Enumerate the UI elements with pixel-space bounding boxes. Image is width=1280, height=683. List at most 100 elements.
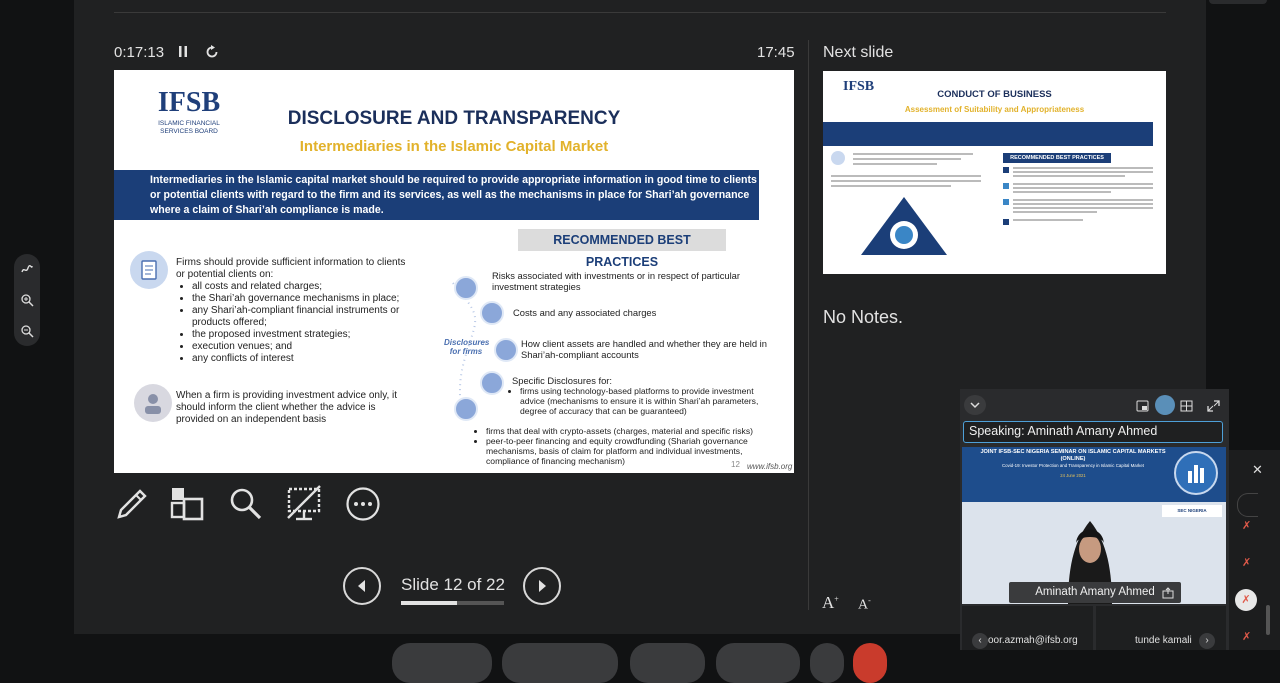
slide-progress [401,601,504,605]
gallery-icon[interactable] [1180,399,1193,417]
font-increase-icon[interactable]: A+ [822,593,839,613]
speaking-label: Speaking: [969,424,1025,438]
participants-side-panel [1229,450,1280,650]
zoom-in-icon[interactable] [20,293,34,312]
right-item-assets: How client assets are handled and whethe… [521,338,767,360]
list-item: execution venues; and [192,341,411,353]
mic-off-icon: ✗ [1242,520,1252,532]
panel-divider [808,40,809,610]
assets-icon [494,338,518,362]
dock-button[interactable] [502,643,618,683]
next-intro-banner [823,122,1153,146]
intro-banner: Intermediaries in the Islamic capital ma… [114,170,759,220]
speaking-indicator: Speaking: Aminath Amany Ahmed [963,421,1223,443]
right-item-risk: Risks associated with investments or in … [492,270,741,292]
next-recommended: RECOMMENDED BEST PRACTICES [1003,153,1111,163]
zoom-icon[interactable] [228,486,264,527]
elapsed-timer: 0:17:13 [114,44,165,61]
restart-icon[interactable] [204,44,220,64]
pause-icon[interactable] [176,44,190,64]
panel-scrollbar[interactable] [1266,605,1270,635]
next-subtitle: Assessment of Suitability and Appropriat… [904,105,1085,114]
slide-url: www.ifsb.org [747,462,793,471]
mic-off-icon: ✗ [1242,557,1252,569]
leave-button[interactable] [853,643,887,683]
disclosures-label: Disclosures for firms [444,338,490,356]
next-practices-list [1003,167,1153,262]
left-disclosure-block: Firms should provide sufficient informat… [176,257,411,365]
next-slide-label: Next slide [823,44,894,61]
left-list: all costs and related charges; the Shari… [176,281,411,365]
slide-subtitle: Intermediaries in the Islamic Capital Ma… [299,138,609,155]
panel-search-pill[interactable] [1237,493,1258,517]
zoom-out-icon[interactable] [20,324,34,343]
more-icon[interactable] [345,486,381,527]
risk-icon [454,276,478,300]
speaker-view-icon[interactable] [1155,395,1175,415]
next-text-block [853,153,973,171]
slide-page-number: 12 [731,460,740,469]
next-slide-preview[interactable]: IFSB CONDUCT OF BUSINESS Assessment of S… [823,71,1166,274]
left-advice: When a firm is providing investment advi… [176,390,398,425]
mic-off-icon: ✗ [1242,631,1252,643]
share-icon[interactable] [1162,586,1174,604]
list-item: any Shari’ah-compliant financial instrum… [192,305,411,329]
dock-button[interactable] [630,643,705,683]
font-decrease-icon[interactable]: A- [858,596,871,614]
prev-participants-icon[interactable]: ‹ [972,633,988,649]
banner-date: 24 June 2021 [1060,473,1086,478]
banner-title: JOINT IFSB-SEC NIGERIA SEMINAR ON ISLAMI… [980,449,1166,462]
next-triangle-graphic [861,197,947,255]
slide-progress-fill [401,601,458,605]
top-divider [114,12,1166,13]
right-item-specific: Specific Disclosures for: [512,375,613,386]
slide-counter: Slide 12 of 22 [401,575,505,594]
clock: 17:45 [757,44,795,61]
list-item: firms that deal with crypto-assets (char… [486,426,776,436]
specific-list-a: firms using technology-based platforms t… [506,386,775,416]
prev-slide-icon[interactable] [343,567,381,605]
next-text-block [831,175,981,195]
dock-button[interactable] [810,643,844,683]
participant-name: oor.azmah@ifsb.org [988,635,1078,646]
org-logos: SEC NIGERIA [1162,505,1222,517]
close-icon[interactable]: ✕ [1252,462,1263,478]
participant-name: tunde kamali [1135,635,1192,646]
banner-subtitle: Covid-19: Investor Protection and Transp… [1001,463,1145,468]
list-item: any conflicts of interest [192,353,411,365]
next-title: CONDUCT OF BUSINESS [937,89,1052,100]
speaker-video: JOINT IFSB-SEC NIGERIA SEMINAR ON ISLAMI… [962,447,1226,604]
speaker-name: Aminath Amany Ahmed [1027,424,1158,438]
slides-grid-icon[interactable] [169,485,207,528]
pip-icon[interactable] [1136,399,1149,417]
expand-icon[interactable] [1207,399,1220,417]
specific-icon [480,371,504,395]
list-item: all costs and related charges; [192,281,411,293]
screen-off-icon[interactable] [284,484,324,529]
recommended-heading: RECOMMENDED BEST PRACTICES [518,229,726,269]
ink-icon[interactable] [20,262,34,281]
speaker-name-tag: Aminath Amany Ahmed [1009,582,1181,603]
pen-icon[interactable] [113,485,149,526]
slide-title: DISCLOSURE AND TRANSPARENCY [287,108,621,129]
list-item: the Shari’ah governance mechanisms in pl… [192,293,411,305]
tech-icon [454,397,478,421]
dock-button[interactable] [716,643,800,683]
next-doc-icon [831,151,845,165]
name-tag-text: Aminath Amany Ahmed [1035,586,1155,598]
advisor-icon [134,384,172,422]
document-icon [130,251,168,289]
globe-icon [1174,451,1218,495]
mic-off-icon: ✗ [1235,589,1257,611]
notes-text: No Notes. [823,307,904,327]
list-item: the proposed investment strategies; [192,329,411,341]
left-lead: Firms should provide sufficient informat… [176,257,406,280]
collapse-icon[interactable] [964,395,986,415]
right-item-costs: Costs and any associated charges [513,307,657,318]
current-slide: IFSB ISLAMIC FINANCIAL SERVICES BOARD DI… [114,70,794,473]
top-right-tab [1209,0,1267,4]
next-participants-icon[interactable]: › [1199,633,1215,649]
dock-button[interactable] [392,643,492,683]
costs-icon [480,301,504,325]
next-slide-icon[interactable] [523,567,561,605]
